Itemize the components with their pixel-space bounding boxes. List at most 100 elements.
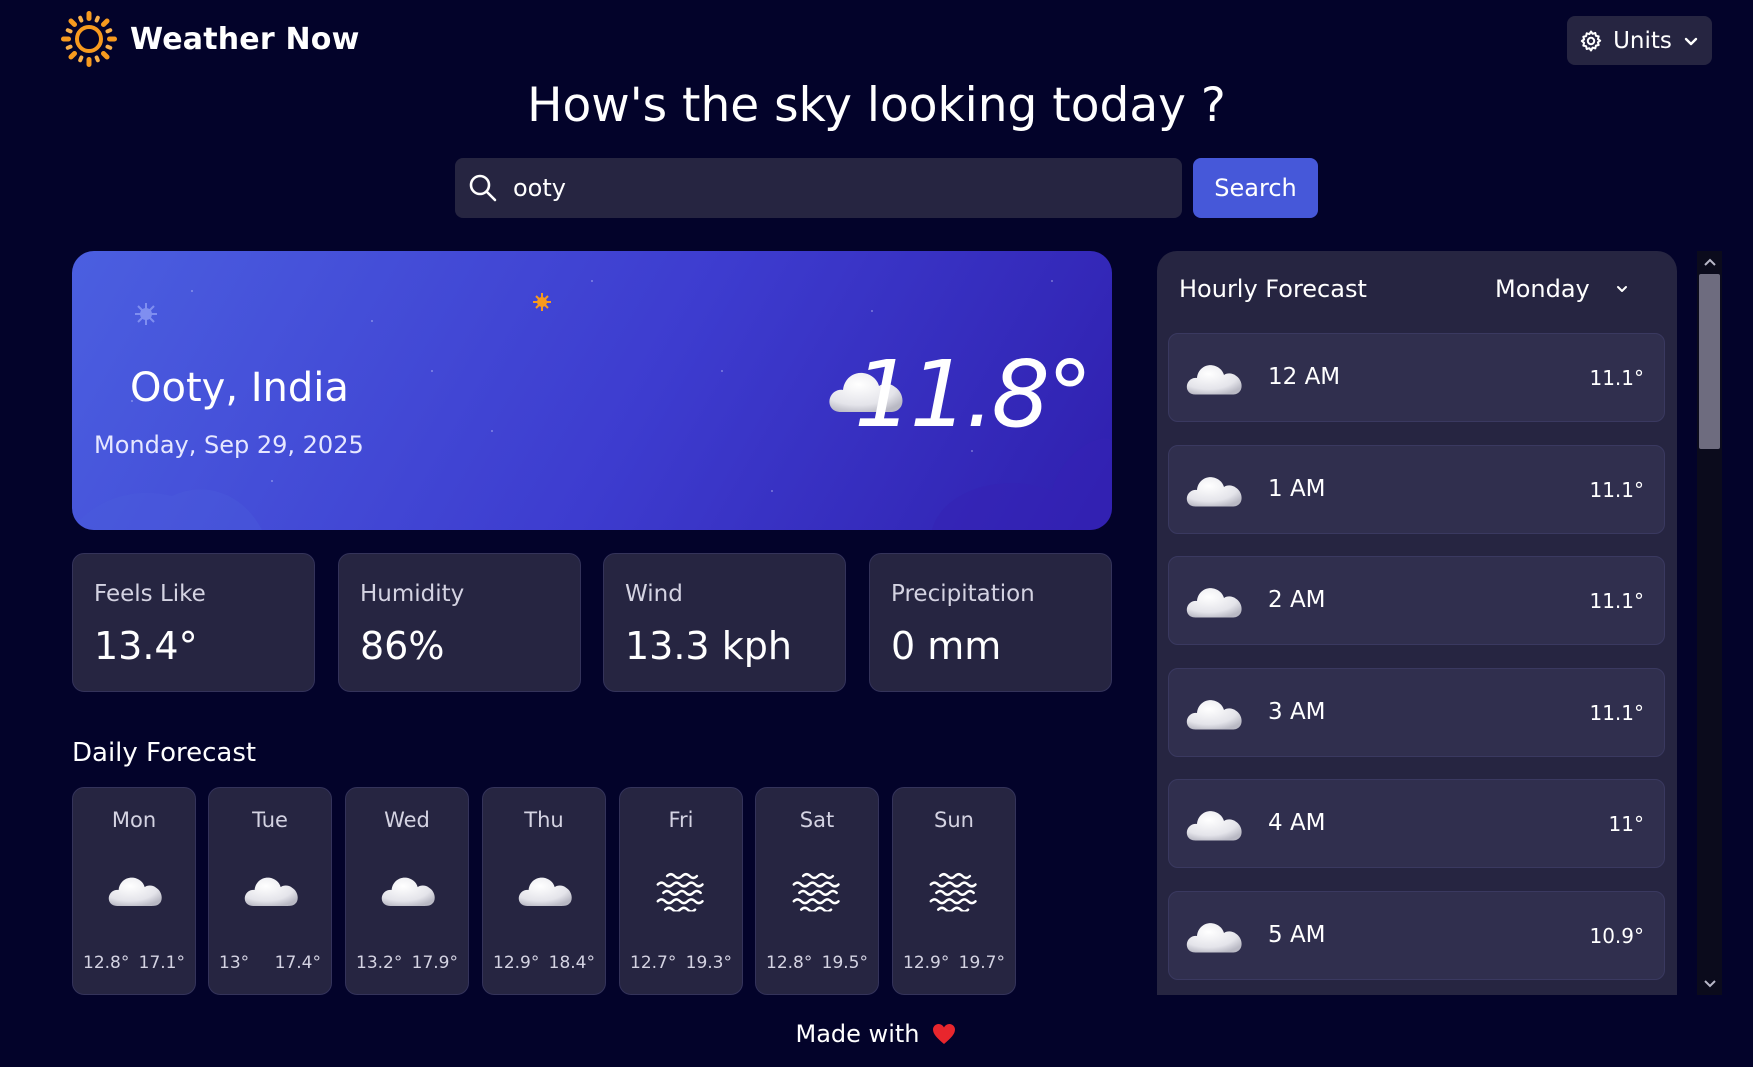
stat-value: 13.4°	[94, 624, 198, 668]
daily-card-fri: Fri 12.7° 19.3°	[619, 787, 743, 995]
hourly-row: 1 AM 11.1°	[1168, 445, 1665, 534]
scroll-up-arrow[interactable]	[1697, 251, 1722, 273]
day-name: Tue	[252, 808, 288, 832]
cloud-icon	[243, 870, 301, 910]
stat-card-precipitation: Precipitation 0 mm	[869, 553, 1112, 692]
cloud-icon	[1185, 916, 1245, 956]
hourly-row: 4 AM 11°	[1168, 779, 1665, 868]
day-low-temp: 12.9°	[903, 953, 950, 973]
hour-time: 1 AM	[1268, 476, 1326, 502]
day-low-temp: 13°	[219, 953, 250, 973]
day-high-temp: 18.4°	[548, 953, 595, 973]
day-name: Mon	[111, 808, 157, 832]
footer-text: Made with	[795, 1020, 920, 1048]
fog-icon	[654, 870, 710, 912]
scrollbar-thumb[interactable]	[1699, 274, 1720, 449]
day-high-temp: 17.1°	[138, 953, 185, 973]
search-icon	[469, 174, 497, 202]
chevron-down-icon	[1703, 980, 1716, 988]
stat-value: 86%	[360, 624, 445, 668]
cloud-icon	[380, 870, 438, 910]
hourly-forecast-title: Hourly Forecast	[1179, 275, 1367, 303]
hour-time: 3 AM	[1268, 699, 1326, 725]
heart-icon	[933, 1024, 956, 1044]
hour-time: 2 AM	[1268, 587, 1326, 613]
day-high-temp: 17.9°	[411, 953, 458, 973]
hourly-scrollbar[interactable]	[1697, 251, 1722, 995]
cloud-icon	[1185, 358, 1245, 398]
day-high-temp: 17.4°	[274, 953, 321, 973]
day-high-temp: 19.5°	[821, 953, 868, 973]
hour-temp: 11°	[1608, 812, 1644, 836]
chevron-down-icon	[1616, 286, 1627, 292]
stat-label: Feels Like	[94, 581, 206, 607]
units-dropdown-button[interactable]: Units	[1567, 16, 1712, 65]
day-low-temp: 13.2°	[356, 953, 403, 973]
cloud-icon	[1185, 693, 1245, 733]
chevron-down-icon	[1684, 37, 1698, 45]
day-name: Sun	[934, 808, 974, 832]
hour-temp: 11.1°	[1589, 478, 1644, 502]
day-name: Thu	[524, 808, 564, 832]
page-headline: How's the sky looking today ?	[527, 78, 1226, 133]
search-button[interactable]: Search	[1193, 158, 1318, 218]
current-location: Ooty, India	[130, 365, 349, 411]
daily-card-tue: Tue 13° 17.4°	[208, 787, 332, 995]
cloud-icon	[517, 870, 575, 910]
cloud-icon	[1185, 470, 1245, 510]
app-title: Weather Now	[130, 21, 360, 57]
gear-icon	[1580, 30, 1602, 51]
current-temperature: 11.8°	[854, 341, 1093, 448]
units-label: Units	[1613, 27, 1672, 54]
day-high-temp: 19.3°	[685, 953, 732, 973]
day-name: Fri	[668, 808, 694, 832]
stat-label: Wind	[625, 581, 683, 607]
hour-temp: 11.1°	[1589, 701, 1644, 725]
day-low-temp: 12.9°	[493, 953, 540, 973]
fog-icon	[927, 870, 983, 912]
daily-card-sat: Sat 12.8° 19.5°	[755, 787, 879, 995]
cloud-icon	[1185, 581, 1245, 621]
search-input[interactable]	[499, 158, 1182, 218]
day-name: Wed	[384, 808, 430, 832]
hourly-row: 3 AM 11.1°	[1168, 668, 1665, 757]
hour-time: 12 AM	[1268, 364, 1341, 390]
scroll-down-arrow[interactable]	[1697, 973, 1722, 995]
stat-label: Precipitation	[891, 581, 1035, 607]
stat-card-wind: Wind 13.3 kph	[603, 553, 846, 692]
cloud-icon	[1185, 804, 1245, 844]
day-low-temp: 12.8°	[766, 953, 813, 973]
hourly-row: 5 AM 10.9°	[1168, 891, 1665, 980]
hour-time: 5 AM	[1268, 922, 1326, 948]
app-logo[interactable]: Weather Now	[60, 10, 360, 68]
stat-value: 0 mm	[891, 624, 1002, 668]
hour-time: 4 AM	[1268, 810, 1326, 836]
search-bar[interactable]	[455, 158, 1182, 218]
day-select-dropdown[interactable]: Monday	[1495, 275, 1630, 303]
day-low-temp: 12.7°	[630, 953, 677, 973]
hour-temp: 11.1°	[1589, 589, 1644, 613]
sun-logo-icon	[61, 11, 117, 67]
daily-card-sun: Sun 12.9° 19.7°	[892, 787, 1016, 995]
day-name: Sat	[799, 808, 835, 832]
stat-label: Humidity	[360, 581, 465, 607]
chevron-up-icon	[1703, 258, 1716, 266]
hour-temp: 11.1°	[1589, 366, 1644, 390]
day-high-temp: 19.7°	[958, 953, 1005, 973]
hour-temp: 10.9°	[1589, 924, 1644, 948]
stat-card-humidity: Humidity 86%	[338, 553, 581, 692]
stat-card-feels-like: Feels Like 13.4°	[72, 553, 315, 692]
hourly-row: 12 AM 11.1°	[1168, 333, 1665, 422]
footer: Made with	[0, 1020, 1753, 1048]
daily-forecast-title: Daily Forecast	[72, 738, 257, 768]
fog-icon	[790, 870, 846, 912]
cloud-icon	[107, 870, 165, 910]
daily-card-mon: Mon 12.8° 17.1°	[72, 787, 196, 995]
hourly-row: 2 AM 11.1°	[1168, 556, 1665, 645]
current-date: Monday, Sep 29, 2025	[94, 431, 364, 459]
stat-value: 13.3 kph	[625, 624, 792, 668]
day-low-temp: 12.8°	[83, 953, 130, 973]
hourly-forecast-panel[interactable]: Hourly Forecast Monday 12 AM 11.1° 1 AM …	[1157, 251, 1677, 995]
current-weather-card: Ooty, India Monday, Sep 29, 2025 11.8°	[72, 251, 1112, 530]
daily-card-wed: Wed 13.2° 17.9°	[345, 787, 469, 995]
